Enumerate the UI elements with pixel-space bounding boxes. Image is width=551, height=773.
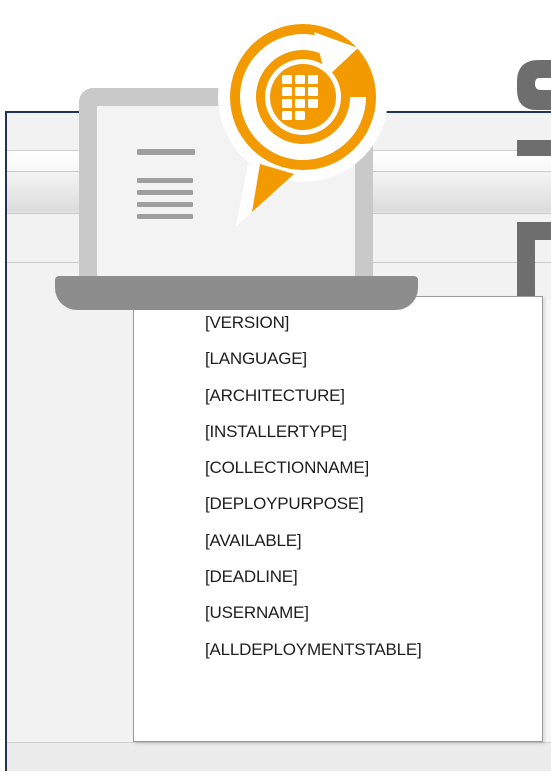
doc-line	[137, 190, 193, 195]
doc-line	[137, 214, 193, 219]
variable-item-language[interactable]: [LANGUAGE]	[205, 341, 542, 377]
doc-line	[137, 178, 193, 183]
variable-item-collectionname[interactable]: [COLLECTIONNAME]	[205, 450, 542, 486]
laptop-base	[55, 276, 418, 310]
doc-line	[137, 149, 195, 155]
status-strip	[7, 742, 551, 771]
variable-item-available[interactable]: [AVAILABLE]	[205, 523, 542, 559]
variable-item-username[interactable]: [USERNAME]	[205, 595, 542, 631]
variable-item-deploypurpose[interactable]: [DEPLOYPURPOSE]	[205, 486, 542, 522]
doc-line	[137, 202, 193, 207]
refresh-apps-icon	[218, 12, 388, 226]
variable-dropdown-list[interactable]: [VERSION] [LANGUAGE] [ARCHITECTURE] [INS…	[133, 296, 543, 742]
variable-item-alldeploymentstable[interactable]: [ALLDEPLOYMENTSTABLE]	[205, 632, 542, 668]
variable-item-deadline[interactable]: [DEADLINE]	[205, 559, 542, 595]
variable-item-installertype[interactable]: [INSTALLERTYPE]	[205, 414, 542, 450]
variable-item-architecture[interactable]: [ARCHITECTURE]	[205, 378, 542, 414]
partial-logo-icon	[517, 60, 551, 302]
